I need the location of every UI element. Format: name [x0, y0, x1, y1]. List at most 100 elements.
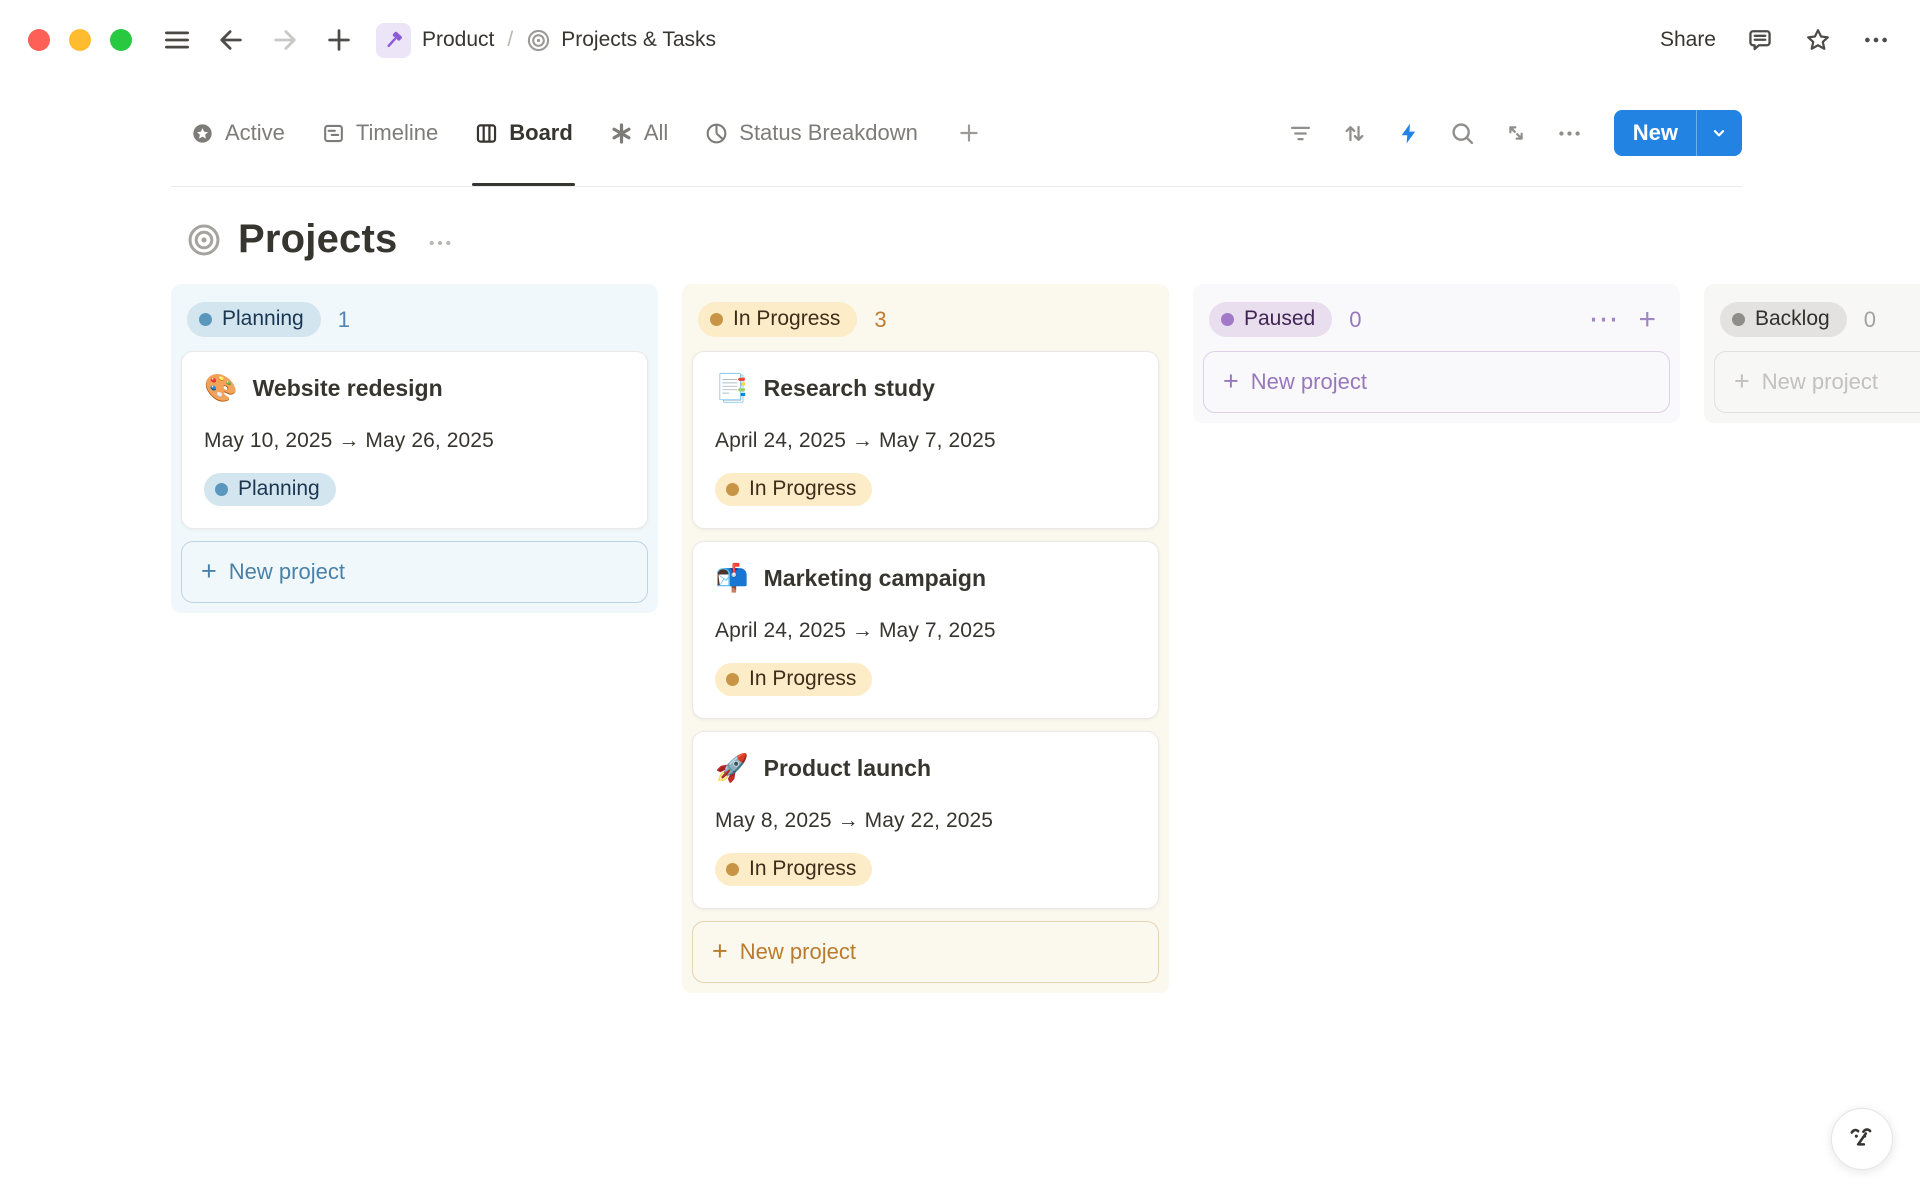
- board-column-planning: Planning1 🎨 Website redesign May 10, 2025 →…: [171, 284, 658, 613]
- status-pill: In Progress: [715, 473, 872, 506]
- status-label: In Progress: [749, 667, 856, 691]
- timeline-icon: [321, 121, 346, 146]
- column-label: Planning: [222, 307, 304, 331]
- close-window-button[interactable]: [28, 29, 50, 51]
- zoom-window-button[interactable]: [110, 29, 132, 51]
- expand-view-icon[interactable]: [1503, 120, 1529, 146]
- column-status-pill[interactable]: Paused: [1209, 302, 1332, 337]
- card-title: Product launch: [764, 755, 931, 782]
- plus-icon: +: [201, 558, 217, 585]
- automations-bolt-icon[interactable]: [1395, 120, 1422, 147]
- column-label: Paused: [1244, 307, 1315, 331]
- new-project-label: New project: [1251, 369, 1367, 395]
- column-label: In Progress: [733, 307, 840, 331]
- chevron-down-icon: [1708, 122, 1730, 144]
- notion-ai-button[interactable]: [1831, 1108, 1893, 1170]
- new-button-dropdown[interactable]: [1696, 110, 1742, 156]
- column-count: 0: [1864, 307, 1876, 333]
- favorite-star-icon[interactable]: [1804, 26, 1832, 54]
- column-header-actions: ⋯+: [1588, 305, 1662, 335]
- column-count: 3: [874, 307, 886, 333]
- tab-status-breakdown[interactable]: Status Breakdown: [704, 80, 918, 186]
- tab-timeline[interactable]: Timeline: [321, 80, 438, 186]
- card-title: Marketing campaign: [764, 565, 986, 592]
- column-add-icon[interactable]: +: [1638, 305, 1656, 335]
- forward-icon[interactable]: [270, 25, 300, 55]
- card-date-range: May 8, 2025 → May 22, 2025: [715, 809, 1136, 833]
- more-options-icon[interactable]: [1862, 26, 1890, 54]
- column-count: 0: [1349, 307, 1361, 333]
- view-options-icon[interactable]: [1556, 120, 1583, 147]
- card-emoji-icon: 📑: [715, 373, 749, 403]
- new-project-button[interactable]: +New project: [1714, 351, 1920, 413]
- column-more-icon[interactable]: ⋯: [1588, 305, 1618, 335]
- status-dot-icon: [1732, 313, 1745, 326]
- card-status-tag: Planning: [204, 473, 625, 506]
- board-column-paused: Paused0⋯++New project: [1193, 284, 1680, 423]
- status-pill: Planning: [204, 473, 336, 506]
- tab-board[interactable]: Board: [474, 80, 573, 186]
- tab-active[interactable]: Active: [190, 80, 285, 186]
- tab-label: Active: [225, 120, 285, 146]
- card-date-range: May 10, 2025 → May 26, 2025: [204, 429, 625, 453]
- project-card[interactable]: 🎨 Website redesign May 10, 2025 → May 26, …: [181, 351, 648, 529]
- tab-label: Timeline: [356, 120, 438, 146]
- teamspace-hammer-icon[interactable]: [376, 23, 411, 58]
- minimize-window-button[interactable]: [69, 29, 91, 51]
- new-button[interactable]: New: [1614, 110, 1742, 156]
- card-emoji-icon: 🎨: [204, 373, 238, 403]
- new-project-button[interactable]: + New project: [1203, 351, 1670, 413]
- sidebar-menu-icon[interactable]: [162, 25, 192, 55]
- view-tabbar: Active Timeline Board All: [171, 80, 1742, 187]
- window-titlebar: Product / Projects & Tasks Share: [0, 0, 1920, 80]
- comments-icon[interactable]: [1746, 26, 1774, 54]
- card-title-row: 🎨 Website redesign: [204, 373, 625, 403]
- new-page-icon[interactable]: [324, 25, 354, 55]
- status-dot-icon: [710, 313, 723, 326]
- add-view-icon[interactable]: [956, 120, 982, 146]
- column-label: Backlog: [1755, 307, 1830, 331]
- column-header-backlog: Backlog 0: [1714, 294, 1920, 351]
- breadcrumb-page[interactable]: Projects & Tasks: [561, 28, 716, 52]
- title-more-icon[interactable]: [425, 228, 455, 258]
- status-dot-icon: [1221, 313, 1234, 326]
- bullseye-icon: [526, 28, 551, 53]
- column-status-pill[interactable]: Backlog: [1720, 302, 1847, 337]
- pie-chart-icon: [704, 121, 729, 146]
- tab-label: Board: [509, 120, 573, 146]
- card-date-range: April 24, 2025 → May 7, 2025: [715, 429, 1136, 453]
- column-header-planning: Planning1: [181, 294, 648, 351]
- status-label: In Progress: [749, 857, 856, 881]
- column-status-pill[interactable]: In Progress: [698, 302, 857, 337]
- breadcrumb-team[interactable]: Product: [422, 28, 494, 52]
- tab-label: Status Breakdown: [739, 120, 918, 146]
- project-card[interactable]: 📑 Research study April 24, 2025 → May 7, 2…: [692, 351, 1159, 529]
- breadcrumb-separator: /: [505, 28, 515, 52]
- card-status-tag: In Progress: [715, 473, 1136, 506]
- tab-label: All: [644, 120, 668, 146]
- ai-face-icon: [1845, 1122, 1879, 1156]
- card-emoji-icon: 📬: [715, 563, 749, 593]
- new-project-button[interactable]: +New project: [181, 541, 648, 603]
- new-button-label[interactable]: New: [1614, 110, 1696, 156]
- sort-icon[interactable]: [1341, 120, 1368, 147]
- new-project-label: New project: [740, 939, 856, 965]
- card-date-range: April 24, 2025 → May 7, 2025: [715, 619, 1136, 643]
- page-title: Projects: [238, 217, 397, 262]
- board-column-backlog: Backlog 0 +New project: [1704, 284, 1920, 423]
- tab-all[interactable]: All: [609, 80, 668, 186]
- filter-icon[interactable]: [1287, 120, 1314, 147]
- back-icon[interactable]: [216, 25, 246, 55]
- plus-icon: +: [712, 938, 728, 965]
- card-status-tag: In Progress: [715, 663, 1136, 696]
- plus-icon: +: [1223, 368, 1239, 395]
- new-project-button[interactable]: + New project: [692, 921, 1159, 983]
- card-title: Website redesign: [253, 375, 443, 402]
- share-button[interactable]: Share: [1660, 28, 1716, 52]
- status-label: In Progress: [749, 477, 856, 501]
- card-title: Research study: [764, 375, 935, 402]
- column-status-pill[interactable]: Planning: [187, 302, 321, 337]
- project-card[interactable]: 🚀Product launchMay 8, 2025 → May 22, 202…: [692, 731, 1159, 909]
- search-icon[interactable]: [1449, 120, 1476, 147]
- project-card[interactable]: 📬 Marketing campaign April 24, 2025 → May …: [692, 541, 1159, 719]
